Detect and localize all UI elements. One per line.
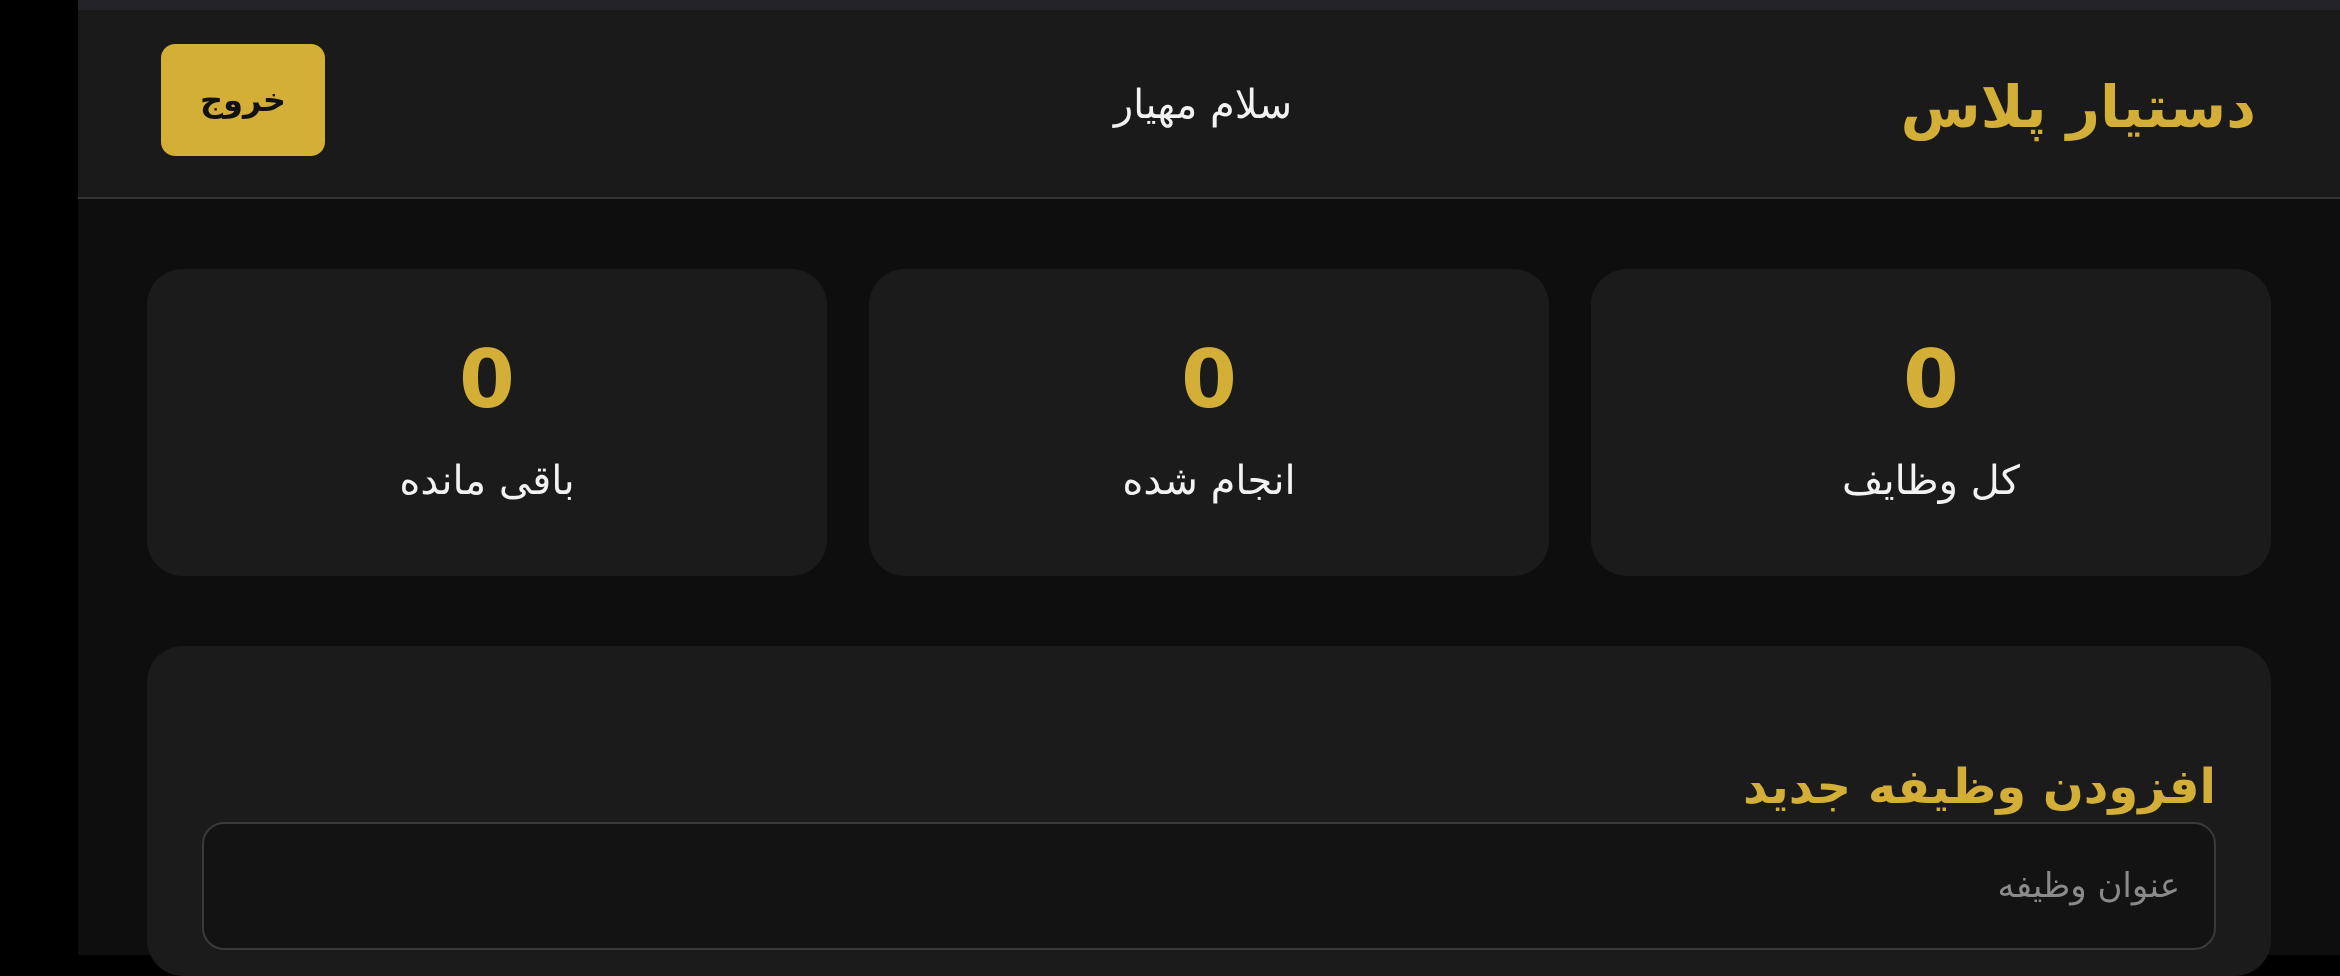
stat-label-done: انجام شده <box>1122 458 1296 504</box>
user-greeting: سلام مهیار <box>1113 82 1293 128</box>
add-task-panel: افزودن وظیفه جدید <box>147 646 2271 976</box>
stat-value-done: 0 <box>1181 332 1237 426</box>
stat-value-remaining: 0 <box>459 332 515 426</box>
app-brand-title: دستیار پلاس <box>1900 73 2256 141</box>
logout-button[interactable]: خروج <box>161 44 325 156</box>
stat-card-total-tasks: 0 کل وظایف <box>1591 269 2271 576</box>
top-header: دستیار پلاس سلام مهیار خروج <box>78 10 2340 199</box>
stat-card-remaining-tasks: 0 باقی مانده <box>147 269 827 576</box>
left-edge-bar <box>0 0 78 955</box>
add-task-title: افزودن وظیفه جدید <box>1743 758 2216 815</box>
stat-label-total: کل وظایف <box>1842 458 2020 504</box>
top-strip <box>78 0 2340 10</box>
stat-label-remaining: باقی مانده <box>399 458 575 504</box>
stat-card-done-tasks: 0 انجام شده <box>869 269 1549 576</box>
task-title-input[interactable] <box>202 822 2216 950</box>
stat-value-total: 0 <box>1903 332 1959 426</box>
app-container: دستیار پلاس سلام مهیار خروج 0 کل وظایف 0… <box>78 10 2340 976</box>
